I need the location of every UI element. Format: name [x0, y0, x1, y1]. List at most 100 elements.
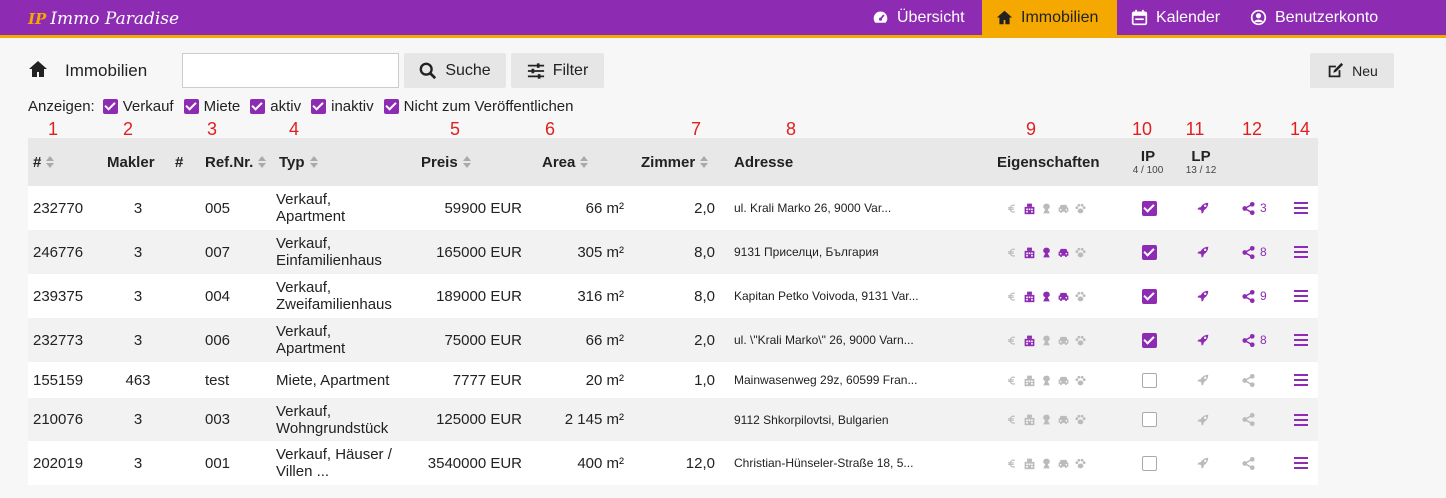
- nav-label: Kalender: [1156, 8, 1221, 26]
- cell-ref: 005: [205, 199, 231, 217]
- table-row[interactable]: 246776 3 007 Verkauf, Einfamilienhaus 165…: [28, 230, 1318, 274]
- rocket-icon[interactable]: [1196, 245, 1210, 259]
- table-row[interactable]: 239375 3 004 Verkauf, Zweifamilienhaus 18…: [28, 274, 1318, 318]
- hamburger-menu-icon[interactable]: [1294, 246, 1308, 258]
- column-number: 2: [122, 119, 134, 139]
- share-count: 9: [1260, 289, 1267, 303]
- ip-checkbox[interactable]: [1142, 455, 1157, 471]
- sort-icon: [309, 156, 318, 168]
- header-preis[interactable]: Preis: [421, 138, 471, 186]
- filter-nicht-veroeffentlichen[interactable]: Nicht zum Veröffentlichen: [383, 98, 573, 115]
- typ-line-2: Wohngrundstück: [276, 419, 389, 437]
- share-icon[interactable]: [1241, 289, 1256, 304]
- nav-item-kalender[interactable]: Kalender: [1117, 0, 1234, 35]
- home-icon: [996, 10, 1013, 25]
- filter-button[interactable]: Filter: [511, 53, 604, 88]
- filter-label: aktiv: [270, 97, 302, 115]
- ip-checkbox[interactable]: [1142, 244, 1157, 260]
- header-area[interactable]: Area: [542, 138, 589, 186]
- checkbox-checked[interactable]: [311, 98, 327, 114]
- filter-verkauf[interactable]: Verkauf: [102, 98, 174, 115]
- cell-typ: Verkauf, Zweifamilienhaus: [276, 274, 408, 318]
- header-id[interactable]: #: [33, 138, 55, 186]
- hamburger-menu-icon[interactable]: [1294, 290, 1308, 302]
- header-label: Eigenschaften: [997, 153, 1100, 171]
- share-icon[interactable]: [1241, 245, 1256, 260]
- car-icon: [1057, 457, 1070, 470]
- table-row[interactable]: 232773 3 006 Verkauf, Apartment 75000 EUR…: [28, 318, 1318, 362]
- hamburger-menu-icon[interactable]: [1294, 413, 1308, 426]
- share-icon[interactable]: [1241, 456, 1256, 471]
- app-logo[interactable]: IP Immo Paradise: [28, 6, 179, 32]
- cell-adresse: ul. Krali Marko 26, 9000 Var...: [734, 201, 892, 215]
- cell-typ: Verkauf, Apartment: [276, 318, 408, 362]
- cell-zimmer: 1,0: [694, 371, 715, 389]
- hamburger-menu-icon[interactable]: [1294, 457, 1308, 469]
- share-icon[interactable]: [1241, 412, 1256, 427]
- rocket-icon[interactable]: [1196, 201, 1210, 215]
- filter-aktiv[interactable]: aktiv: [250, 98, 301, 115]
- share-count: 3: [1260, 201, 1267, 215]
- rocket-icon[interactable]: [1196, 373, 1210, 387]
- table-row[interactable]: 232770 3 005 Verkauf, Apartment 59900 EUR…: [28, 186, 1318, 230]
- nav-item-benutzerkonto[interactable]: Benutzerkonto: [1236, 0, 1392, 35]
- rocket-icon[interactable]: [1196, 289, 1210, 303]
- table-row[interactable]: 210076 3 003 Verkauf, Wohngrundstück 1250…: [28, 398, 1318, 441]
- cell-preis: 125000 EUR: [436, 411, 522, 428]
- ip-checkbox[interactable]: [1142, 200, 1157, 216]
- ip-checkbox[interactable]: [1142, 288, 1157, 304]
- euro-icon: [1006, 374, 1019, 387]
- header-ref[interactable]: Ref.Nr.: [205, 138, 267, 186]
- paw-icon: [1074, 374, 1087, 387]
- paw-icon: [1074, 290, 1087, 303]
- hamburger-menu-icon[interactable]: [1294, 202, 1308, 214]
- cell-typ: Verkauf, Häuser / Villen ...: [276, 441, 408, 485]
- nav-item-uebersicht[interactable]: Übersicht: [858, 0, 979, 35]
- hamburger-menu-icon[interactable]: [1294, 374, 1308, 386]
- checkbox-checked[interactable]: [250, 98, 266, 114]
- share-icon[interactable]: [1241, 333, 1256, 348]
- rocket-icon[interactable]: [1196, 456, 1210, 470]
- rocket-icon[interactable]: [1196, 413, 1210, 427]
- nav-label: Übersicht: [897, 8, 965, 26]
- ip-checkbox[interactable]: [1142, 372, 1157, 388]
- filter-miete[interactable]: Miete: [183, 98, 240, 115]
- share-icon[interactable]: [1241, 201, 1256, 216]
- typ-line-2: Apartment: [276, 208, 346, 225]
- cell-preis: 75000 EUR: [444, 331, 522, 349]
- sort-icon: [258, 156, 267, 168]
- ip-checkbox[interactable]: [1142, 332, 1157, 348]
- sliders-icon: [527, 62, 544, 79]
- search-input[interactable]: [182, 53, 399, 88]
- cell-area: 316 m²: [577, 287, 624, 305]
- new-button[interactable]: Neu: [1310, 53, 1394, 88]
- header-zimmer[interactable]: Zimmer: [641, 138, 709, 186]
- cell-typ: Verkauf, Wohngrundstück: [276, 398, 408, 441]
- table-row[interactable]: 202019 3 001 Verkauf, Häuser / Villen ...…: [28, 441, 1318, 485]
- car-icon: [1057, 246, 1070, 259]
- cell-makler: 3: [133, 287, 143, 305]
- search-button[interactable]: Suche: [404, 53, 506, 88]
- header-ip: IP 4 / 100: [1128, 138, 1168, 186]
- rocket-icon[interactable]: [1196, 333, 1210, 347]
- cell-ref: test: [205, 371, 230, 389]
- header-label: Area: [542, 153, 576, 171]
- checkbox-checked[interactable]: [102, 98, 118, 114]
- paw-icon: [1074, 413, 1087, 426]
- sort-icon: [580, 156, 589, 168]
- header-label: Zimmer: [641, 153, 696, 171]
- share-icon[interactable]: [1241, 373, 1256, 388]
- nav-item-immobilien[interactable]: Immobilien: [982, 0, 1117, 35]
- checkbox-checked[interactable]: [183, 98, 199, 114]
- header-typ[interactable]: Typ: [279, 138, 318, 186]
- column-number: 11: [1185, 119, 1205, 139]
- cell-id: 246776: [33, 243, 84, 261]
- typ-line-1: Miete, Apartment: [276, 371, 390, 389]
- ip-checkbox[interactable]: [1142, 412, 1157, 427]
- filter-inaktiv[interactable]: inaktiv: [311, 98, 374, 115]
- cell-preis: 7777 EUR: [452, 371, 522, 389]
- checkbox-checked[interactable]: [383, 98, 399, 114]
- table-row[interactable]: 155159 463 test Miete, Apartment 7777 EU…: [28, 362, 1318, 398]
- hamburger-menu-icon[interactable]: [1294, 334, 1308, 346]
- cell-ip: [1142, 362, 1157, 398]
